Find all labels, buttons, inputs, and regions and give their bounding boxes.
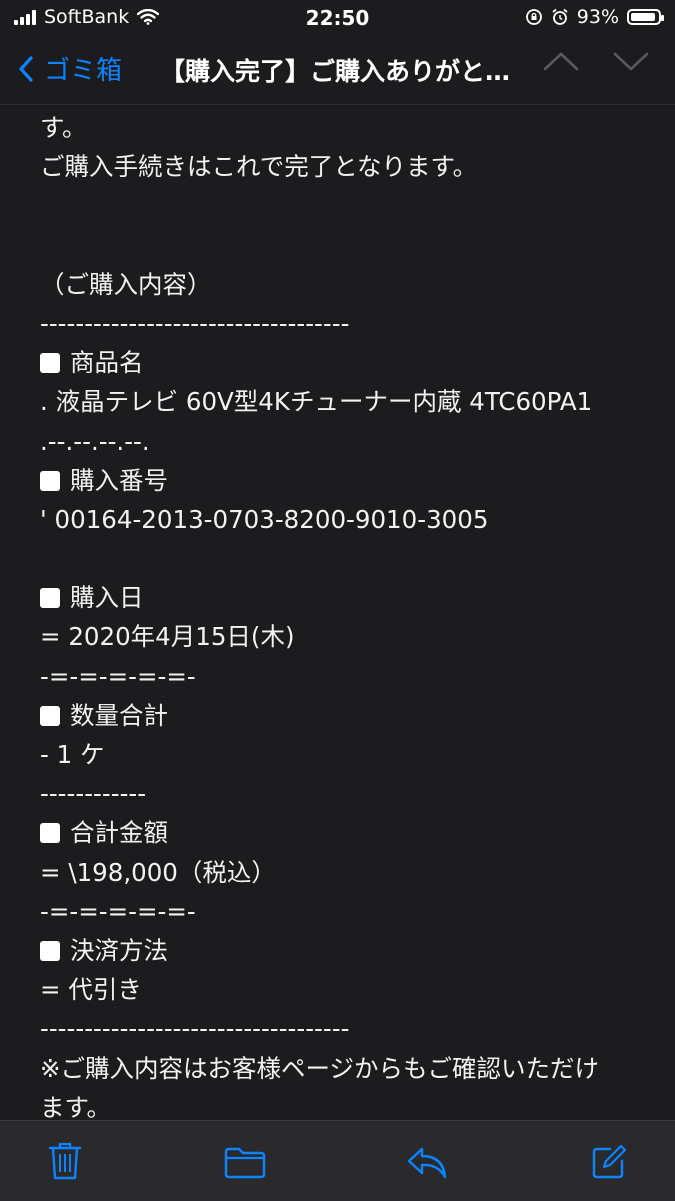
message-navigation xyxy=(543,50,649,72)
bottom-toolbar xyxy=(0,1120,675,1201)
move-to-folder-button[interactable] xyxy=(224,1147,266,1183)
nav-bar: ゴミ箱 【購入完了】ご購入ありがと… xyxy=(0,34,675,105)
compose-icon xyxy=(592,1144,627,1179)
field-label-text: 購入番号 xyxy=(70,465,168,495)
body-line xyxy=(40,226,660,265)
back-button[interactable]: ゴミ箱 xyxy=(18,50,122,87)
divider-line: ----------------------------------- xyxy=(40,1014,350,1044)
battery-percent: 93% xyxy=(576,6,619,28)
field-label-text: 数量合計 xyxy=(70,700,168,730)
field-value: - 1 ケ xyxy=(40,740,105,769)
status-right: 93% xyxy=(525,6,664,28)
divider-line: ------------ xyxy=(40,779,147,809)
field-label: 決済方法 xyxy=(40,931,660,970)
field-label: 商品名 xyxy=(40,343,660,382)
divider-line: -=-=-=-=-=- xyxy=(40,896,196,926)
status-bar: SoftBank 22:50 93% xyxy=(0,0,675,34)
message-subject: 【購入完了】ご購入ありがと… xyxy=(160,57,511,86)
bullet-square-icon xyxy=(40,705,60,726)
field-label-text: 合計金額 xyxy=(70,818,168,848)
divider-line: -=-=-=-=-=- xyxy=(40,661,196,691)
field-value: = 2020年4月15日(木) xyxy=(40,622,295,652)
next-message-button[interactable] xyxy=(613,50,649,72)
message-body: す。 ご購入手続きはこれで完了となります。 （ご購入内容） ----------… xyxy=(40,108,660,1127)
back-label: ゴミ箱 xyxy=(44,56,123,86)
trash-icon xyxy=(48,1142,82,1180)
field-label: 数量合計 xyxy=(40,696,660,735)
battery-icon xyxy=(627,9,664,25)
field-label: 購入日 xyxy=(40,578,660,617)
reply-icon xyxy=(407,1147,447,1179)
section-heading: （ご購入内容） xyxy=(40,269,212,299)
bullet-square-icon xyxy=(40,940,60,961)
bullet-square-icon xyxy=(40,353,60,374)
chevron-left-icon xyxy=(19,55,33,82)
compose-button[interactable] xyxy=(590,1143,628,1185)
field-label-text: 商品名 xyxy=(70,348,144,378)
field-label-text: 決済方法 xyxy=(70,935,168,965)
alarm-icon xyxy=(552,8,568,25)
field-value: . 液晶テレビ 60V型4Kチューナー内蔵 4TC60PA1 xyxy=(40,387,593,417)
bullet-square-icon xyxy=(40,823,60,844)
field-value: = 代引き xyxy=(40,975,142,1005)
folder-icon xyxy=(224,1147,266,1179)
body-line xyxy=(40,539,660,578)
body-line xyxy=(40,186,660,225)
field-value: ' 00164-2013-0703-8200-9010-3005 xyxy=(40,504,489,534)
body-line: ご購入手続きはこれで完了となります。 xyxy=(40,152,478,182)
divider-line: .--.--.--.--. xyxy=(40,426,150,456)
body-line: ※ご購入内容はお客様ページからもご確認いただけ xyxy=(40,1053,600,1083)
bullet-square-icon xyxy=(40,588,60,609)
bullet-square-icon xyxy=(40,470,60,491)
body-line: す。 xyxy=(40,113,87,142)
field-value: = \198,000（税込） xyxy=(40,857,276,887)
orientation-lock-icon xyxy=(525,9,542,25)
battery-level xyxy=(631,13,656,21)
previous-message-button[interactable] xyxy=(543,50,579,72)
field-label: 合計金額 xyxy=(40,813,660,852)
field-label-text: 購入日 xyxy=(70,583,144,613)
divider-line: ----------------------------------- xyxy=(40,308,350,338)
reply-button[interactable] xyxy=(406,1145,448,1185)
field-label: 購入番号 xyxy=(40,461,660,500)
delete-button[interactable] xyxy=(48,1141,82,1185)
